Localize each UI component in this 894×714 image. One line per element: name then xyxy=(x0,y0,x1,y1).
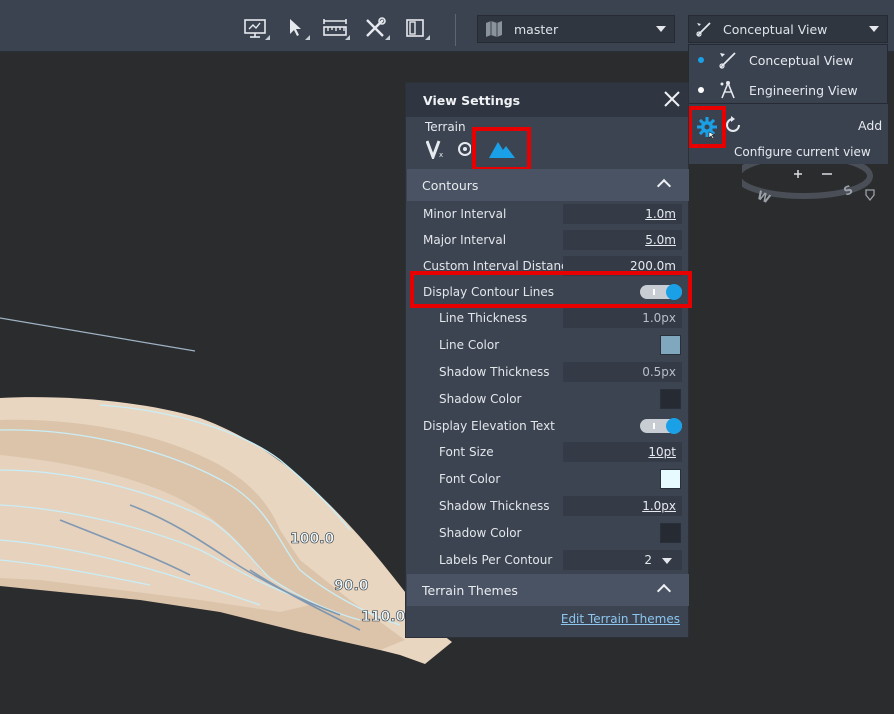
shadow-color-row: Shadow Color xyxy=(407,386,689,412)
terrain-style-tab[interactable] xyxy=(472,127,531,171)
selected-dot-icon xyxy=(698,57,704,63)
chevron-up-icon xyxy=(656,178,672,194)
view-settings-panel: View Settings Terrain x Contours Minor I… xyxy=(405,82,689,638)
minor-interval-row: Minor Interval 1.0m xyxy=(407,201,689,227)
chevron-up-icon xyxy=(656,583,672,599)
branch-map-icon xyxy=(486,21,502,37)
compass-shield-icon xyxy=(865,189,875,202)
font-size-row: Font Size 10pt xyxy=(407,439,689,465)
line-thickness-row: Line Thickness 1.0px xyxy=(407,305,689,331)
compass-tick-marks xyxy=(794,170,832,178)
text-shadow-thickness-row: Shadow Thickness 1.0px xyxy=(407,493,689,519)
edit-terrain-themes-link[interactable]: Edit Terrain Themes xyxy=(561,612,680,626)
setting-label: Shadow Color xyxy=(439,526,522,540)
text-shadow-color-row: Shadow Color xyxy=(407,520,689,546)
setting-label: Major Interval xyxy=(423,233,507,247)
terrain-themes-section-header[interactable]: Terrain Themes xyxy=(407,574,689,606)
labels-per-contour-select[interactable]: 2 xyxy=(563,550,682,570)
setting-label: Shadow Thickness xyxy=(439,499,550,513)
text-shadow-thickness-input[interactable]: 1.0px xyxy=(563,496,682,516)
major-interval-row: Major Interval 5.0m xyxy=(407,227,689,253)
conceptual-view-icon xyxy=(717,49,739,71)
display-tool-button[interactable] xyxy=(238,14,272,42)
submenu-indicator xyxy=(345,35,350,40)
section-title: Contours xyxy=(422,177,479,193)
shadow-thickness-input[interactable]: 0.5px xyxy=(563,362,682,382)
shadow-thickness-row: Shadow Thickness 0.5px xyxy=(407,359,689,385)
engineering-view-icon xyxy=(717,79,739,101)
vector-style-icon[interactable]: x xyxy=(426,139,448,159)
display-elevation-text-row: Display Elevation Text xyxy=(407,413,689,439)
section-title: Terrain Themes xyxy=(422,582,518,598)
add-view-button[interactable]: Add xyxy=(858,118,882,133)
font-color-row: Font Color xyxy=(407,466,689,492)
font-size-input[interactable]: 10pt xyxy=(563,442,682,462)
globe-style-icon[interactable] xyxy=(457,140,471,158)
tools-button[interactable] xyxy=(358,14,392,42)
wrench-screwdriver-icon xyxy=(366,17,386,37)
setting-label: Minor Interval xyxy=(423,207,507,221)
highlight-box xyxy=(410,271,692,308)
chevron-down-icon xyxy=(869,26,879,32)
shadow-color-swatch[interactable] xyxy=(660,389,681,409)
monitor-icon xyxy=(244,19,266,38)
view-option-engineering[interactable]: Engineering View xyxy=(689,75,887,105)
setting-label: Shadow Thickness xyxy=(439,365,550,379)
view-option-label: Engineering View xyxy=(749,82,858,98)
submenu-indicator xyxy=(385,35,390,40)
view-option-label: Conceptual View xyxy=(749,52,854,68)
submenu-indicator xyxy=(425,35,430,40)
toolbar-divider xyxy=(455,14,456,46)
contour-label: 100.0 xyxy=(290,531,335,547)
select-tool-button[interactable] xyxy=(278,14,312,42)
labels-per-contour-row: Labels Per Contour 2 xyxy=(407,547,689,573)
text-shadow-color-swatch[interactable] xyxy=(660,523,681,543)
line-color-swatch[interactable] xyxy=(660,335,681,355)
setting-label: Font Color xyxy=(439,472,501,486)
panel-title: View Settings xyxy=(423,92,521,108)
unselected-dot-icon xyxy=(698,87,704,93)
conceptual-view-icon xyxy=(696,22,711,37)
view-select[interactable]: Conceptual View xyxy=(688,15,888,43)
book-panel-icon xyxy=(406,19,424,37)
contour-label: 110.0 xyxy=(361,609,406,625)
svg-text:x: x xyxy=(439,151,443,159)
font-color-swatch[interactable] xyxy=(660,469,681,489)
configure-view-button[interactable] xyxy=(688,106,726,148)
branch-select[interactable]: master xyxy=(477,15,675,43)
mountain-icon xyxy=(488,142,515,158)
terrain-section-title: Terrain xyxy=(425,120,466,134)
major-interval-input[interactable]: 5.0m xyxy=(563,230,682,250)
close-icon[interactable] xyxy=(662,89,682,109)
branch-select-label: master xyxy=(514,21,559,37)
panel-header: View Settings xyxy=(406,83,688,117)
labels-per-contour-value: 2 xyxy=(644,553,652,567)
setting-label: Labels Per Contour xyxy=(439,553,553,567)
measure-tool-button[interactable] xyxy=(318,14,352,42)
chevron-down-icon xyxy=(662,558,672,564)
setting-label: Display Elevation Text xyxy=(423,419,555,433)
display-elevation-text-toggle[interactable] xyxy=(640,418,682,434)
view-select-label: Conceptual View xyxy=(723,21,828,37)
contours-section-header[interactable]: Contours xyxy=(407,169,689,201)
configure-view-tooltip: Configure current view xyxy=(734,145,871,159)
gear-icon xyxy=(697,117,717,138)
line-color-row: Line Color xyxy=(407,332,689,358)
cursor-icon xyxy=(290,19,301,36)
view-dropdown-menu: Conceptual View Engineering View xyxy=(688,44,888,104)
setting-label: Line Thickness xyxy=(439,311,528,325)
panel-layout-button[interactable] xyxy=(398,14,432,42)
chevron-down-icon xyxy=(656,26,666,32)
setting-label: Font Size xyxy=(439,445,494,459)
minor-interval-input[interactable]: 1.0m xyxy=(563,204,682,224)
view-option-conceptual[interactable]: Conceptual View xyxy=(689,45,887,75)
contour-label: 90.0 xyxy=(334,578,369,594)
submenu-indicator xyxy=(305,35,310,40)
submenu-indicator xyxy=(265,35,270,40)
line-thickness-input[interactable]: 1.0px xyxy=(563,308,682,328)
setting-label: Shadow Color xyxy=(439,392,522,406)
ruler-icon xyxy=(323,19,347,36)
reset-view-icon[interactable] xyxy=(724,115,744,135)
setting-label: Line Color xyxy=(439,338,500,352)
